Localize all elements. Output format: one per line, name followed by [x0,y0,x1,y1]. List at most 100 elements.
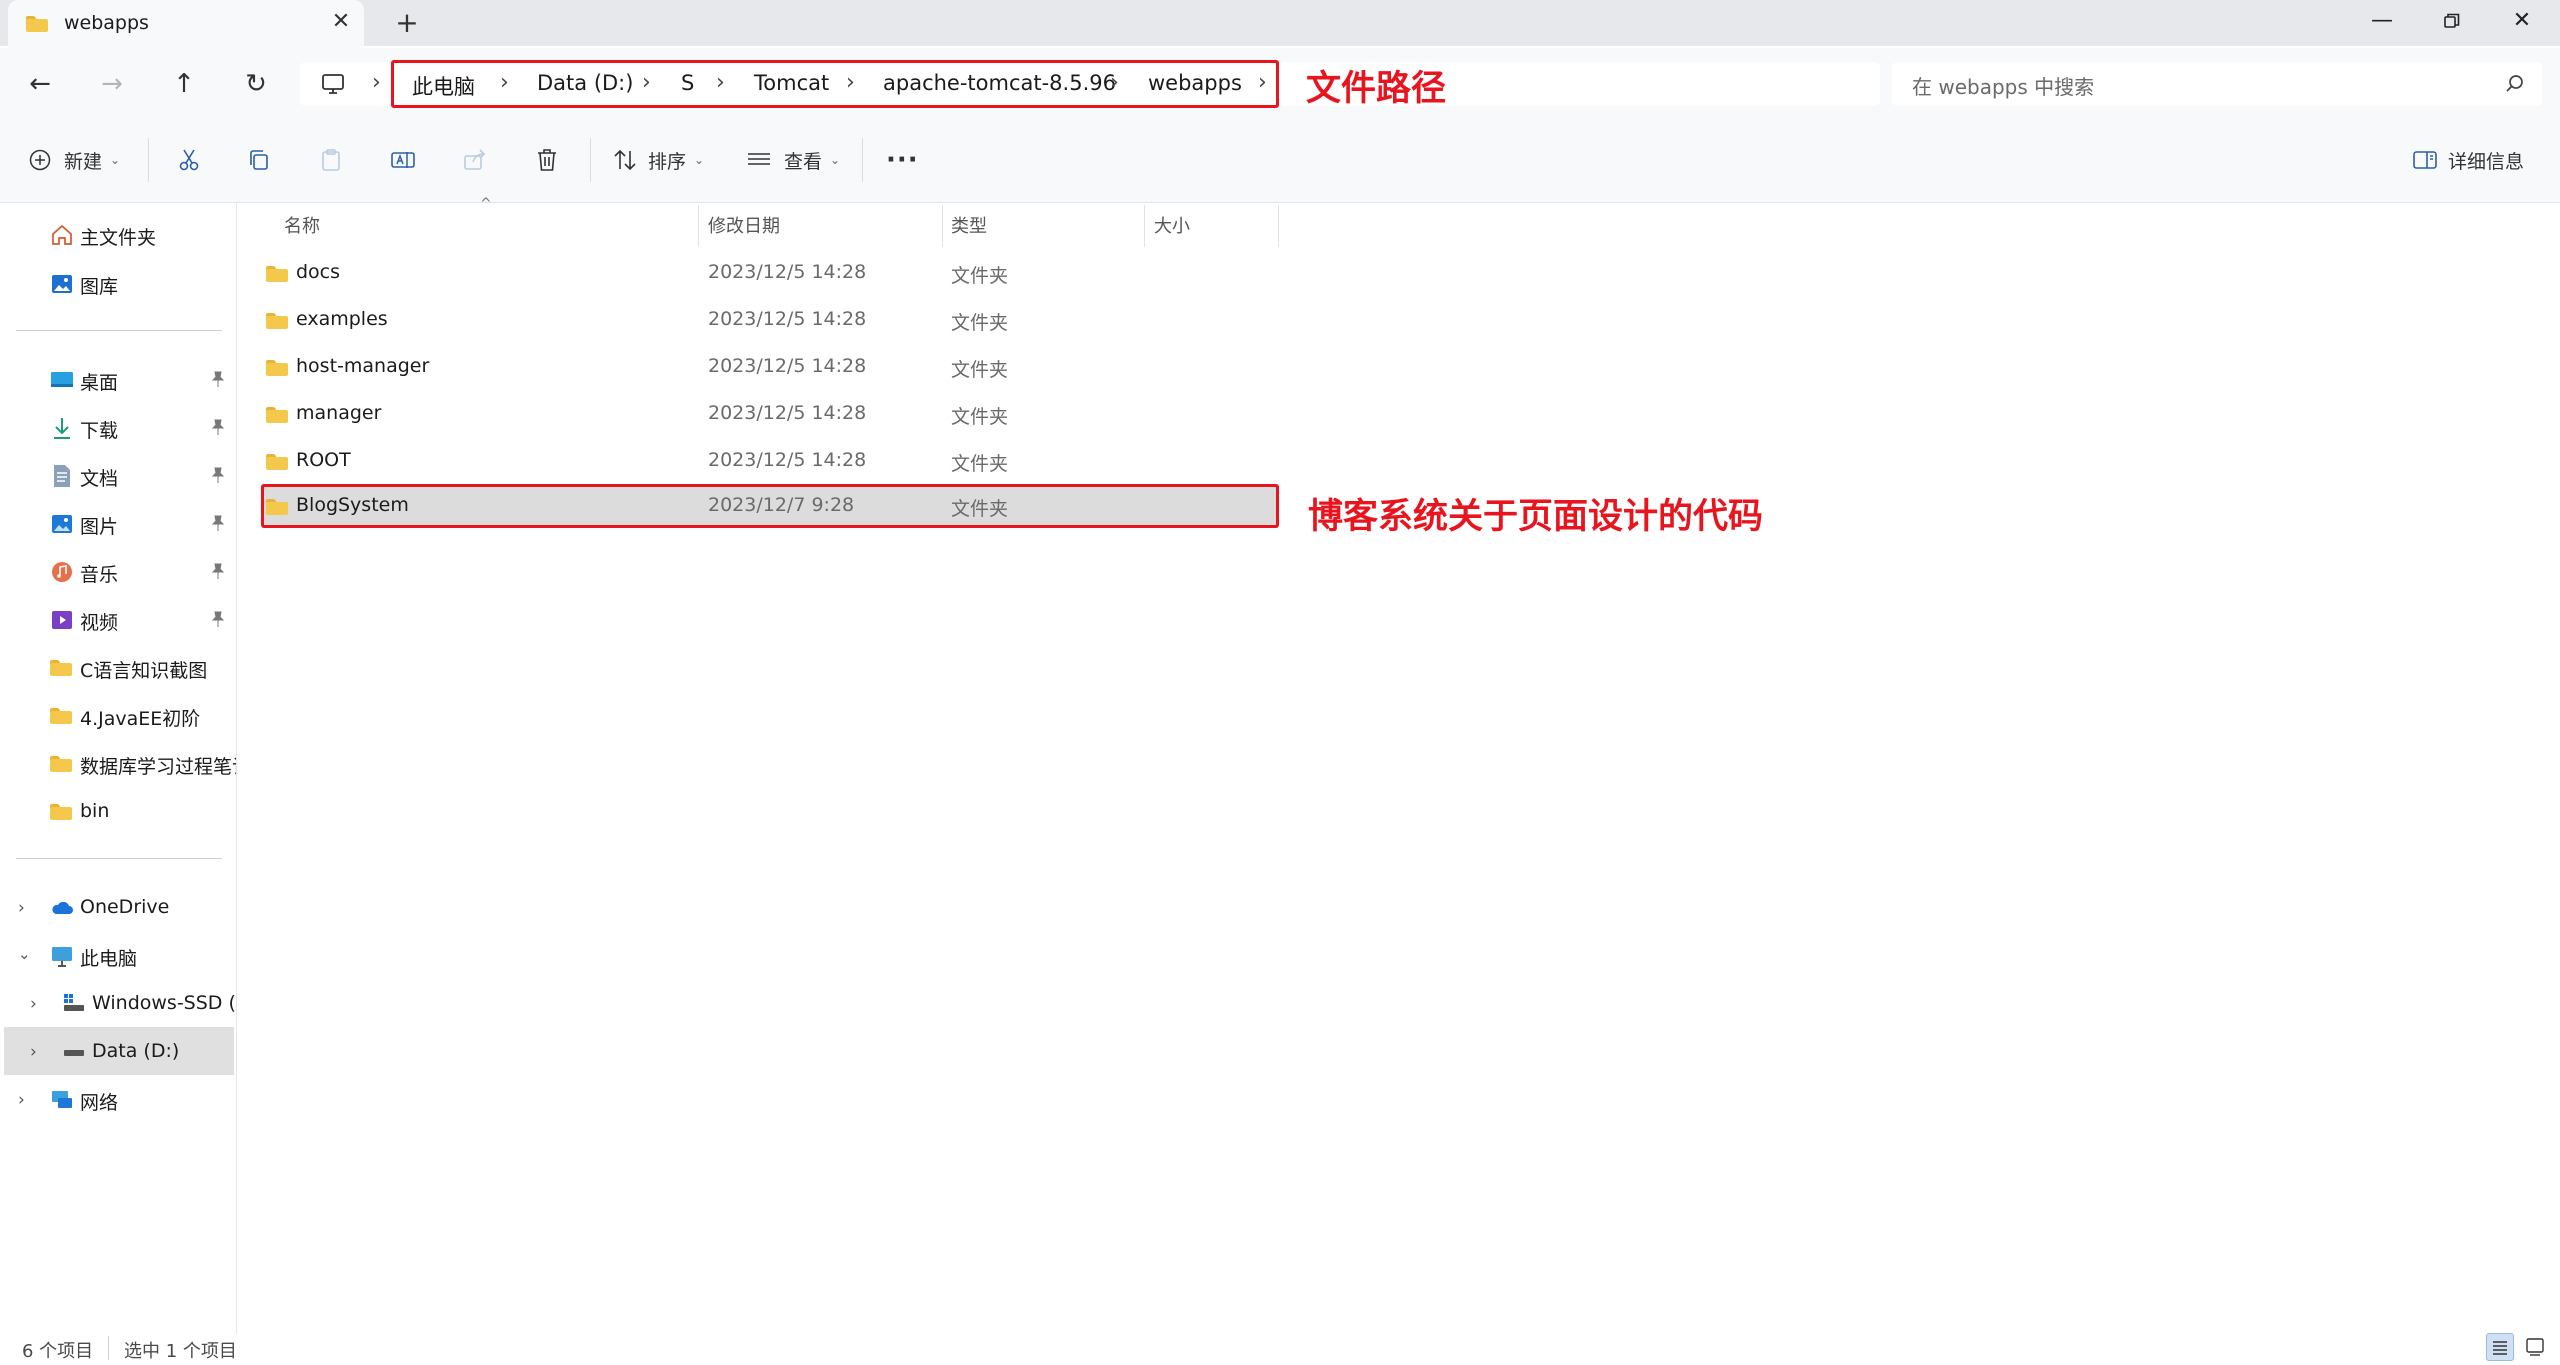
chevron-right-icon[interactable]: › [18,898,25,918]
forward-button[interactable]: → [92,66,132,102]
up-button[interactable]: ↑ [164,66,204,102]
sidebar-item-desktop[interactable]: 桌面 [0,358,236,402]
pin-icon[interactable] [210,610,226,628]
search-placeholder: 在 webapps 中搜索 [1912,75,2095,99]
sidebar-item-label: 图片 [80,516,119,538]
network-icon [52,1091,72,1108]
sidebar-item-label: 文档 [80,468,119,490]
sidebar-item-folder[interactable]: 数据库学习过程笔记 [0,742,236,786]
sidebar-item-documents[interactable]: 文档 [0,454,236,498]
more-options-icon[interactable]: ··· [886,138,919,182]
sort-ascending-icon: ^ [480,196,492,212]
sidebar-item-label: C语言知识截图 [80,660,208,682]
rename-button[interactable] [390,138,416,182]
sidebar-item-network[interactable]: › 网络 [0,1078,236,1122]
paste-button[interactable] [318,138,344,182]
chevron-right-icon[interactable]: › [18,1090,25,1110]
file-row[interactable]: examples 2023/12/5 14:28 文件夹 [262,298,1278,342]
details-view-toggle[interactable] [2486,1333,2514,1361]
details-label: 详细信息 [2448,150,2525,173]
details-button[interactable]: 详细信息 [2412,138,2524,182]
sidebar-item-label: OneDrive [80,896,170,918]
column-header-name[interactable]: 名称 [284,212,320,238]
sidebar-item-label: 桌面 [80,372,119,394]
copy-button[interactable] [246,138,272,182]
sidebar-item-label: 音乐 [80,564,119,586]
search-icon[interactable] [2504,73,2526,95]
sidebar-item-folder[interactable]: 4.JavaEE初阶 [0,694,236,738]
annotation-blog-label: 博客系统关于页面设计的代码 [1308,497,1764,537]
sidebar-item-label: 图库 [80,276,119,298]
column-header-type[interactable]: 类型 [951,212,987,238]
chevron-down-icon[interactable]: ⌄ [18,945,31,963]
cloud-icon [52,901,73,914]
new-label: 新建 [64,150,103,173]
sidebar-item-gallery[interactable]: 图库 [0,262,236,306]
sidebar-item-drive-d[interactable]: › Data (D:) [0,1030,236,1074]
chevron-right-icon[interactable]: › [30,1042,37,1062]
chevron-right-icon[interactable]: › [372,70,381,95]
sidebar-item-drive-c[interactable]: › Windows-SSD (C:) [0,982,236,1026]
column-separator[interactable] [942,205,943,247]
file-modified: 2023/12/5 14:28 [708,355,867,377]
column-header-size[interactable]: 大小 [1154,212,1190,238]
divider [590,138,591,182]
details-view-icon [2493,1341,2507,1355]
annotation-row-box [261,484,1279,528]
restore-button[interactable] [2420,0,2484,42]
gallery-icon [52,275,72,293]
file-row[interactable]: manager 2023/12/5 14:28 文件夹 [262,392,1278,436]
new-tab-button[interactable]: + [392,8,422,38]
view-button[interactable]: 查看 ⌄ [746,138,840,182]
sidebar-item-onedrive[interactable]: › OneDrive [0,886,236,930]
tab-webapps[interactable] [8,0,364,48]
share-button[interactable] [462,138,488,182]
folder-icon [266,313,288,329]
document-icon [54,465,70,487]
sidebar-item-folder[interactable]: C语言知识截图 [0,646,236,690]
chevron-right-icon[interactable]: › [30,994,37,1014]
pin-icon[interactable] [210,370,226,388]
close-window-button[interactable]: ✕ [2490,0,2554,42]
sidebar-item-this-pc[interactable]: ⌄ 此电脑 [0,934,236,978]
video-icon [52,611,72,629]
sidebar-item-folder[interactable]: bin [0,790,236,834]
sidebar-item-label: 4.JavaEE初阶 [80,708,201,730]
status-item-count: 6 个项目 [22,1341,94,1362]
status-bar [0,1334,2560,1365]
sort-button[interactable]: 排序 ⌄ [612,138,704,182]
refresh-button[interactable]: ↻ [236,66,276,102]
new-button[interactable]: 新建 ⌄ [28,138,120,182]
tab-title: webapps [64,12,149,34]
computer-icon [52,947,72,967]
tiles-view-toggle[interactable] [2522,1333,2550,1361]
sidebar-item-label: bin [80,800,110,822]
back-button[interactable]: ← [20,66,60,102]
file-row[interactable]: host-manager 2023/12/5 14:28 文件夹 [262,345,1278,389]
pin-icon[interactable] [210,466,226,484]
file-row[interactable]: ROOT 2023/12/5 14:28 文件夹 [262,439,1278,483]
delete-button[interactable] [534,138,560,182]
column-separator[interactable] [698,205,699,247]
folder-icon [50,708,74,732]
rename-icon [391,152,415,168]
cut-button[interactable] [176,138,202,182]
sidebar-item-home[interactable]: 主文件夹 [0,213,236,257]
column-separator[interactable] [1144,205,1145,247]
column-separator[interactable] [1278,205,1279,247]
tab-close-icon[interactable]: ✕ [330,8,352,36]
pin-icon[interactable] [210,514,226,532]
sidebar-item-videos[interactable]: 视频 [0,598,236,642]
column-header-modified[interactable]: 修改日期 [708,212,780,238]
sidebar-item-pictures[interactable]: 图片 [0,502,236,546]
folder-icon [266,454,288,470]
sidebar-item-label: 下载 [80,420,119,442]
sidebar-item-downloads[interactable]: 下载 [0,406,236,450]
pin-icon[interactable] [210,562,226,580]
pin-icon[interactable] [210,418,226,436]
minimize-button[interactable]: — [2350,0,2414,42]
file-name: manager [296,402,382,424]
sidebar-item-music[interactable]: 音乐 [0,550,236,594]
file-row[interactable]: docs 2023/12/5 14:28 文件夹 [262,251,1278,295]
home-icon [52,224,72,245]
